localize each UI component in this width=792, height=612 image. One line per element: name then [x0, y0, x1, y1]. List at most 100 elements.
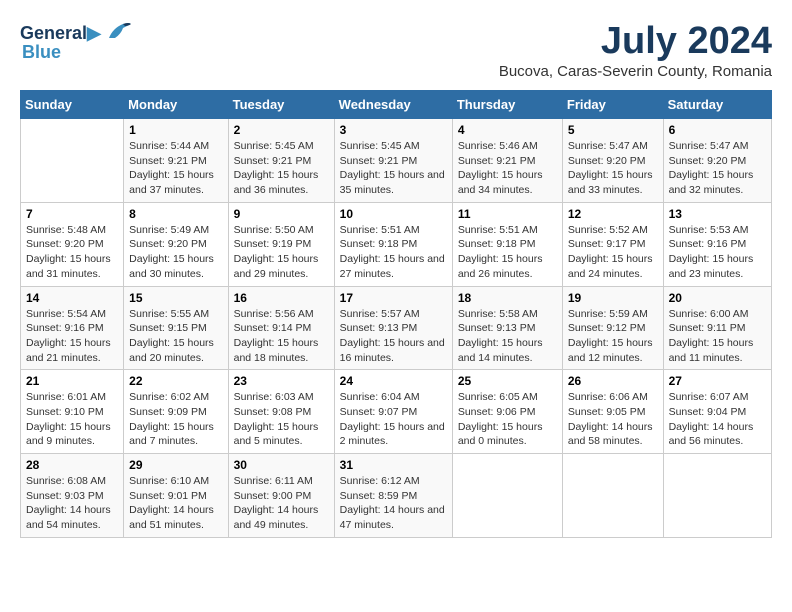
day-info: Sunrise: 5:48 AMSunset: 9:20 PMDaylight:…: [26, 223, 118, 282]
weekday-header-tuesday: Tuesday: [228, 91, 334, 119]
day-number: 27: [669, 374, 766, 388]
weekday-header-saturday: Saturday: [663, 91, 771, 119]
day-info: Sunrise: 6:12 AMSunset: 8:59 PMDaylight:…: [340, 474, 447, 533]
weekday-header-friday: Friday: [562, 91, 663, 119]
day-info: Sunrise: 5:52 AMSunset: 9:17 PMDaylight:…: [568, 223, 658, 282]
calendar-cell: 21 Sunrise: 6:01 AMSunset: 9:10 PMDayligh…: [21, 370, 124, 454]
calendar-cell: 13 Sunrise: 5:53 AMSunset: 9:16 PMDayligh…: [663, 202, 771, 286]
calendar-cell: 6 Sunrise: 5:47 AMSunset: 9:20 PMDaylight…: [663, 119, 771, 203]
calendar-cell: [663, 454, 771, 538]
day-number: 19: [568, 291, 658, 305]
calendar-cell: 30 Sunrise: 6:11 AMSunset: 9:00 PMDayligh…: [228, 454, 334, 538]
calendar-cell: 11 Sunrise: 5:51 AMSunset: 9:18 PMDayligh…: [452, 202, 562, 286]
calendar-cell: 3 Sunrise: 5:45 AMSunset: 9:21 PMDaylight…: [334, 119, 452, 203]
calendar-cell: 5 Sunrise: 5:47 AMSunset: 9:20 PMDaylight…: [562, 119, 663, 203]
calendar-cell: [562, 454, 663, 538]
day-number: 3: [340, 123, 447, 137]
calendar-cell: 2Sunrise: 5:45 AMSunset: 9:21 PMDaylight…: [228, 119, 334, 203]
day-info: Sunrise: 5:58 AMSunset: 9:13 PMDaylight:…: [458, 307, 557, 366]
day-info: Sunrise: 5:47 AMSunset: 9:20 PMDaylight:…: [669, 139, 766, 198]
calendar-cell: 27 Sunrise: 6:07 AMSunset: 9:04 PMDayligh…: [663, 370, 771, 454]
day-number: 26: [568, 374, 658, 388]
day-number: 1: [129, 123, 222, 137]
day-number: 15: [129, 291, 222, 305]
day-info: Sunrise: 5:51 AMSunset: 9:18 PMDaylight:…: [340, 223, 447, 282]
day-number: 24: [340, 374, 447, 388]
day-info: Sunrise: 6:05 AMSunset: 9:06 PMDaylight:…: [458, 390, 557, 449]
calendar-cell: 1 Sunrise: 5:44 AMSunset: 9:21 PMDaylight…: [124, 119, 228, 203]
calendar-cell: 26 Sunrise: 6:06 AMSunset: 9:05 PMDayligh…: [562, 370, 663, 454]
day-info: Sunrise: 5:47 AMSunset: 9:20 PMDaylight:…: [568, 139, 658, 198]
calendar-cell: 14 Sunrise: 5:54 AMSunset: 9:16 PMDayligh…: [21, 286, 124, 370]
day-number: 18: [458, 291, 557, 305]
day-number: 4: [458, 123, 557, 137]
day-info: Sunrise: 5:50 AMSunset: 9:19 PMDaylight:…: [234, 223, 329, 282]
day-number: 9: [234, 207, 329, 221]
day-info: Sunrise: 5:45 AMSunset: 9:21 PMDaylight:…: [340, 139, 447, 198]
day-number: 28: [26, 458, 118, 472]
calendar-cell: 25 Sunrise: 6:05 AMSunset: 9:06 PMDayligh…: [452, 370, 562, 454]
day-info: Sunrise: 6:07 AMSunset: 9:04 PMDaylight:…: [669, 390, 766, 449]
day-number: 20: [669, 291, 766, 305]
weekday-header-thursday: Thursday: [452, 91, 562, 119]
day-info: Sunrise: 5:51 AMSunset: 9:18 PMDaylight:…: [458, 223, 557, 282]
calendar-cell: [21, 119, 124, 203]
day-number: 21: [26, 374, 118, 388]
day-info: Sunrise: 5:56 AMSunset: 9:14 PMDaylight:…: [234, 307, 329, 366]
day-number: 25: [458, 374, 557, 388]
day-info: Sunrise: 6:08 AMSunset: 9:03 PMDaylight:…: [26, 474, 118, 533]
day-number: 16: [234, 291, 329, 305]
day-number: 17: [340, 291, 447, 305]
day-number: 12: [568, 207, 658, 221]
weekday-header-monday: Monday: [124, 91, 228, 119]
day-number: 11: [458, 207, 557, 221]
calendar-cell: 23 Sunrise: 6:03 AMSunset: 9:08 PMDayligh…: [228, 370, 334, 454]
day-number: 8: [129, 207, 222, 221]
calendar-cell: 31 Sunrise: 6:12 AMSunset: 8:59 PMDayligh…: [334, 454, 452, 538]
day-info: Sunrise: 5:44 AMSunset: 9:21 PMDaylight:…: [129, 139, 222, 198]
calendar-cell: 16 Sunrise: 5:56 AMSunset: 9:14 PMDayligh…: [228, 286, 334, 370]
day-number: 6: [669, 123, 766, 137]
calendar-cell: 7 Sunrise: 5:48 AMSunset: 9:20 PMDaylight…: [21, 202, 124, 286]
page-header: General▶ Blue July 2024 Bucova, Caras-Se…: [20, 20, 772, 80]
logo: General▶ Blue: [20, 20, 133, 63]
day-number: 30: [234, 458, 329, 472]
calendar-cell: 22 Sunrise: 6:02 AMSunset: 9:09 PMDayligh…: [124, 370, 228, 454]
day-info: Sunrise: 5:57 AMSunset: 9:13 PMDaylight:…: [340, 307, 447, 366]
month-title: July 2024: [499, 20, 772, 63]
day-info: Sunrise: 6:01 AMSunset: 9:10 PMDaylight:…: [26, 390, 118, 449]
day-info: Sunrise: 6:11 AMSunset: 9:00 PMDaylight:…: [234, 474, 329, 533]
day-info: Sunrise: 5:53 AMSunset: 9:16 PMDaylight:…: [669, 223, 766, 282]
day-info: Sunrise: 5:46 AMSunset: 9:21 PMDaylight:…: [458, 139, 557, 198]
weekday-header-wednesday: Wednesday: [334, 91, 452, 119]
day-number: 14: [26, 291, 118, 305]
title-block: July 2024 Bucova, Caras-Severin County, …: [499, 20, 772, 80]
day-number: 13: [669, 207, 766, 221]
calendar-cell: 24 Sunrise: 6:04 AMSunset: 9:07 PMDayligh…: [334, 370, 452, 454]
day-number: 31: [340, 458, 447, 472]
logo-text: General▶: [20, 23, 101, 44]
day-number: 29: [129, 458, 222, 472]
calendar-cell: 17 Sunrise: 5:57 AMSunset: 9:13 PMDayligh…: [334, 286, 452, 370]
day-number: 10: [340, 207, 447, 221]
calendar-cell: 28 Sunrise: 6:08 AMSunset: 9:03 PMDayligh…: [21, 454, 124, 538]
day-number: 2: [234, 123, 329, 137]
calendar-cell: 10 Sunrise: 5:51 AMSunset: 9:18 PMDayligh…: [334, 202, 452, 286]
calendar-cell: 9 Sunrise: 5:50 AMSunset: 9:19 PMDaylight…: [228, 202, 334, 286]
day-info: Sunrise: 5:54 AMSunset: 9:16 PMDaylight:…: [26, 307, 118, 366]
day-info: Sunrise: 5:55 AMSunset: 9:15 PMDaylight:…: [129, 307, 222, 366]
day-info: Sunrise: 6:03 AMSunset: 9:08 PMDaylight:…: [234, 390, 329, 449]
calendar-cell: 12 Sunrise: 5:52 AMSunset: 9:17 PMDayligh…: [562, 202, 663, 286]
day-info: Sunrise: 6:06 AMSunset: 9:05 PMDaylight:…: [568, 390, 658, 449]
day-info: Sunrise: 6:02 AMSunset: 9:09 PMDaylight:…: [129, 390, 222, 449]
weekday-header-sunday: Sunday: [21, 91, 124, 119]
calendar-cell: 4 Sunrise: 5:46 AMSunset: 9:21 PMDaylight…: [452, 119, 562, 203]
day-number: 5: [568, 123, 658, 137]
day-info: Sunrise: 5:49 AMSunset: 9:20 PMDaylight:…: [129, 223, 222, 282]
calendar-cell: 29Sunrise: 6:10 AMSunset: 9:01 PMDayligh…: [124, 454, 228, 538]
day-number: 22: [129, 374, 222, 388]
day-number: 7: [26, 207, 118, 221]
day-number: 23: [234, 374, 329, 388]
calendar-cell: 8 Sunrise: 5:49 AMSunset: 9:20 PMDaylight…: [124, 202, 228, 286]
day-info: Sunrise: 6:04 AMSunset: 9:07 PMDaylight:…: [340, 390, 447, 449]
